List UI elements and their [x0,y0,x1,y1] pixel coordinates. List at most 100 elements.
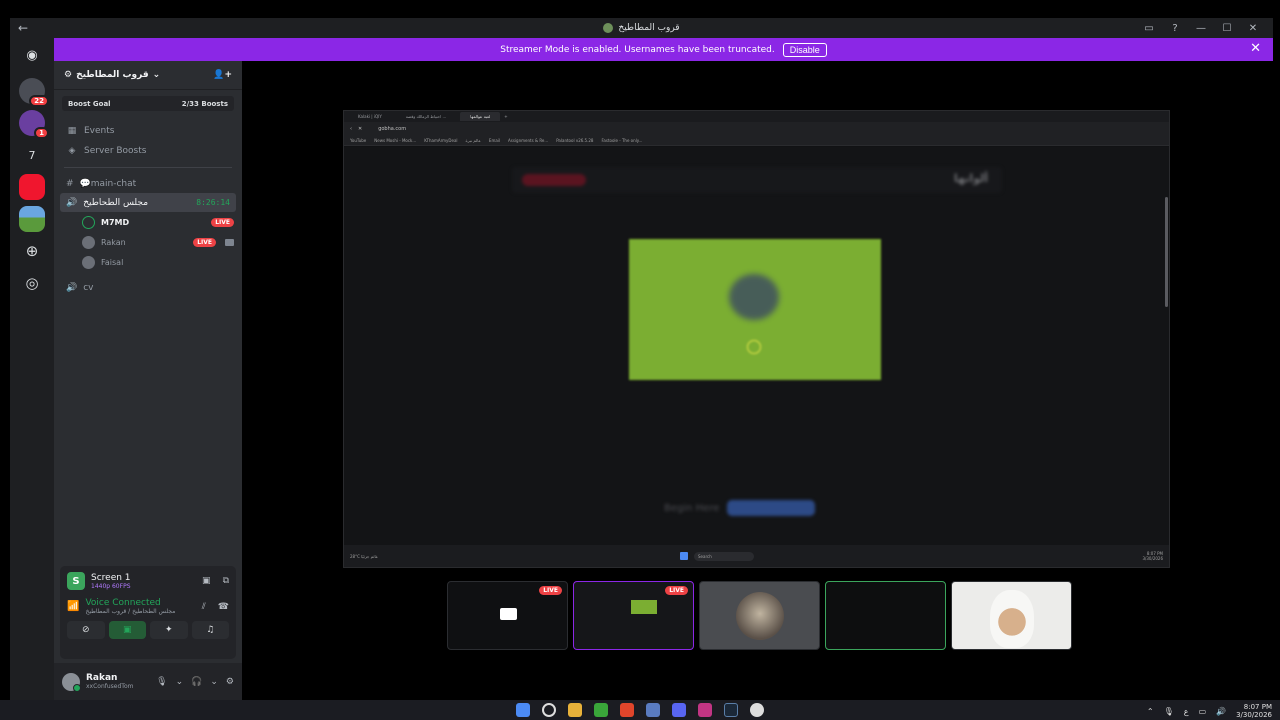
thumb-screen-share[interactable]: LIVE [447,581,568,650]
avatar[interactable] [62,672,81,692]
voice-user-m7md[interactable]: M7MD LIVE [82,212,234,232]
boost-goal[interactable]: Boost Goal 2/33 Boosts [62,96,234,111]
file-explorer-icon[interactable] [568,703,582,717]
bookmark: Assignments & Re... [508,138,549,143]
gear-icon[interactable]: ⚙ [226,677,234,687]
disconnect-icon[interactable]: ☎ [218,602,229,612]
microphone-icon[interactable]: 🎙 [1164,707,1174,716]
voice-user-faisal[interactable]: Faisal [82,252,234,272]
window-title: قروب المطاطيخ [603,23,680,33]
inbox-icon[interactable]: ▭ [1143,23,1155,34]
server-name: قروب المطاطيخ [76,70,149,80]
window-controls: ▭ ? — ☐ ✕ [1143,18,1273,38]
video-off-button[interactable]: ⊘ [67,621,105,639]
screen-quality: 1440p 60FPS [91,582,131,590]
thumb-user-faisal[interactable] [699,581,820,650]
chevron-down-icon[interactable]: ⌄ [210,677,218,687]
microphone-icon[interactable]: 🎙 [156,677,167,687]
help-icon[interactable]: ? [1169,23,1181,34]
discord-home-icon[interactable]: ◉ [21,44,43,66]
screen-share-button[interactable]: ▣ [108,621,146,639]
voice-timer: 8:26:14 [196,198,230,207]
brave-icon[interactable] [620,703,634,717]
url-field: gobha.com [378,126,407,132]
thumb-user-m7md[interactable] [825,581,946,650]
chevron-down-icon[interactable]: ⌄ [176,677,184,687]
server-badge: 22 [29,95,49,107]
game-object [729,274,779,320]
bookmark: News Moshi - Mock... [374,138,417,143]
discord-icon[interactable] [672,703,686,717]
header-pill [522,174,586,186]
system-tray: ⌃ 🎙 ع ▭ 🔊 8:07 PM 3/30/2026 [1147,703,1272,719]
windows-start-icon[interactable] [516,703,530,717]
bookmark: Palantool v26.5.28 [556,138,594,143]
add-member-icon[interactable]: 👤+ [213,70,232,80]
server-5-active[interactable] [19,206,45,232]
chevron-up-icon[interactable]: ⌃ [1147,707,1154,716]
popout-icon[interactable]: ⧉ [223,576,229,586]
server-header[interactable]: ⚙ قروب المطاطيخ ⌄ 👤+ [54,61,242,90]
thumb-browser-stream[interactable]: LIVE [573,581,694,650]
discord-window: ← قروب المطاطيخ ▭ ? — ☐ ✕ Streamer Mode … [10,18,1273,700]
chrome-icon[interactable] [750,703,764,717]
channel-cv[interactable]: 🔊 cv [60,278,236,297]
stream-view[interactable]: Kalaki | iQIY احتياط الزمالك وقصة ... لع… [343,110,1170,568]
steam-icon[interactable] [724,703,738,717]
close-button[interactable]: ✕ [1247,23,1259,34]
instagram-icon[interactable] [698,703,712,717]
channel-voice-active[interactable]: 🔊 مجلس الطحاطيخ 8:26:14 [60,193,236,212]
screen-title: Screen 1 [91,572,131,583]
participant-thumbnails: LIVE LIVE [447,581,1072,650]
speaker-icon: 🔊 [66,282,78,293]
language-indicator[interactable]: ع [1184,707,1189,716]
channel-main-chat[interactable]: # 💬main-chat [60,174,236,193]
activities-button[interactable]: ✦ [150,621,188,639]
store-icon[interactable] [646,703,660,717]
xbox-icon[interactable] [594,703,608,717]
avatar [82,255,95,269]
sidebar-item-events[interactable]: ▦ Events [54,121,242,141]
bookmark: Email [488,138,501,143]
server-4[interactable] [19,174,45,200]
soundboard-button[interactable]: ♫ [191,621,229,639]
minimize-button[interactable]: — [1195,23,1207,34]
hash-icon: # [66,178,74,189]
browser-page: ألوانها Begin Here [344,147,1169,545]
os-taskbar: ⌃ 🎙 ع ▭ 🔊 8:07 PM 3/30/2026 [0,700,1280,720]
live-badge: LIVE [211,217,234,227]
server-2[interactable]: 1 [19,110,49,139]
network-icon[interactable]: ▭ [1199,707,1207,716]
thumb-user-rakan[interactable] [951,581,1072,650]
volume-icon[interactable]: 🔊 [1216,707,1226,716]
reload-icon: ✕ [358,126,363,132]
disable-button[interactable]: Disable [782,42,827,57]
title-bar: ← قروب المطاطيخ ▭ ? — ☐ ✕ [10,18,1273,38]
new-tab-icon: + [504,114,508,119]
clock[interactable]: 8:07 PM 3/30/2026 [1236,703,1272,719]
voice-user-rakan[interactable]: Rakan LIVE [82,232,234,252]
calendar-icon: ▦ [67,126,77,136]
voice-connected-status: Voice Connected [85,598,161,608]
headphones-icon[interactable]: 🎧 [191,677,202,687]
browser-tabs: Kalaki | iQIY احتياط الزمالك وقصة ... لع… [344,111,1169,122]
bookmarks-bar: YouTube News Moshi - Mock... KThamArmyDe… [344,136,1169,146]
server-3[interactable]: 7 [19,142,45,168]
streamed-taskbar: 28°C غائم جزئيًا Search 8:07 PM 3/30/202… [344,545,1169,567]
noise-suppression-icon[interactable]: ⫽ [202,602,206,612]
bookmark: KThamArmyDeal [424,138,458,143]
windows-icon [680,552,688,560]
username: Rakan [86,673,118,683]
maximize-button[interactable]: ☐ [1221,23,1233,34]
server-1[interactable]: 22 [19,78,49,107]
arrow-left-icon[interactable]: ← [18,21,28,35]
discover-icon[interactable]: ◎ [19,270,45,296]
close-icon[interactable]: ✕ [1250,41,1261,56]
stream-settings-icon[interactable]: ▣ [202,576,211,586]
add-server-icon[interactable]: ⊕ [19,238,45,264]
sidebar-item-server-boosts[interactable]: ◈ Server Boosts [54,141,242,161]
server-icon [603,23,614,33]
avatar [82,215,95,229]
stream-area: Kalaki | iQIY احتياط الزمالك وقصة ... لع… [242,61,1273,700]
search-icon[interactable] [542,703,556,717]
